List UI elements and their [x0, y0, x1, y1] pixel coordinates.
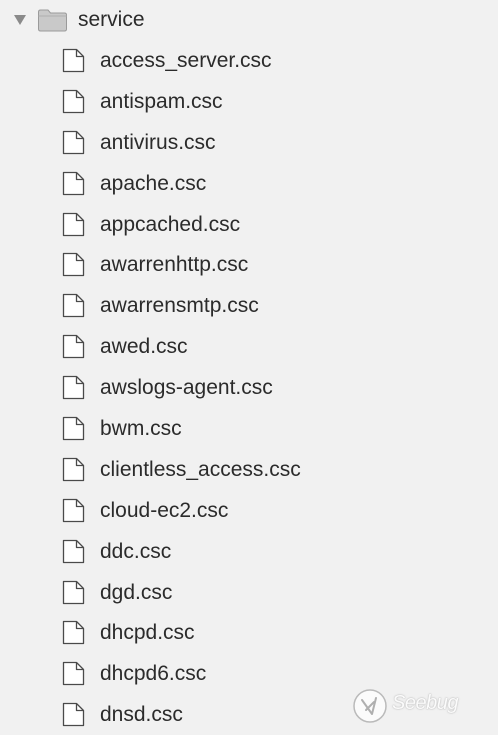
file-label: awslogs-agent.csc	[100, 376, 273, 400]
file-row-clientless-access-csc[interactable]: clientless_access.csc	[0, 449, 498, 490]
file-row-antivirus-csc[interactable]: antivirus.csc	[0, 122, 498, 163]
file-row-access-server-csc[interactable]: access_server.csc	[0, 40, 498, 81]
disclosure-triangle-icon[interactable]	[13, 14, 27, 26]
file-label: dgd.csc	[100, 580, 173, 604]
file-row-awslogs-agent-csc[interactable]: awslogs-agent.csc	[0, 367, 498, 408]
file-label: apache.csc	[100, 171, 207, 195]
file-label: antivirus.csc	[100, 130, 216, 154]
file-label: access_server.csc	[100, 49, 272, 72]
watermark: Seebug	[352, 686, 492, 726]
file-icon	[62, 48, 85, 73]
seebug-logo-icon	[353, 689, 387, 723]
file-label: ddc.csc	[100, 539, 172, 563]
file-icon	[62, 662, 85, 686]
file-label: dhcpd6.csc	[100, 662, 207, 686]
file-row-cloud-ec2-csc[interactable]: cloud-ec2.csc	[0, 490, 498, 531]
file-icon	[62, 539, 85, 563]
file-label: cloud-ec2.csc	[100, 498, 229, 522]
file-row-awed-csc[interactable]: awed.csc	[0, 326, 498, 367]
file-label: bwm.csc	[100, 417, 182, 441]
file-row-awarrenhttp-csc[interactable]: awarrenhttp.csc	[0, 244, 498, 285]
file-row-bwm-csc[interactable]: bwm.csc	[0, 408, 498, 449]
file-icon	[62, 171, 85, 195]
file-row-apache-csc[interactable]: apache.csc	[0, 163, 498, 204]
file-icon	[62, 457, 85, 482]
file-row-appcached-csc[interactable]: appcached.csc	[0, 204, 498, 245]
file-icon	[62, 703, 85, 727]
file-icon	[62, 621, 85, 645]
file-list: access_server.csc antispam.csc antivirus…	[0, 40, 498, 735]
file-icon	[62, 335, 85, 359]
file-label: appcached.csc	[100, 212, 241, 236]
file-label: dnsd.csc	[100, 703, 183, 727]
file-icon	[62, 375, 85, 400]
file-icon	[62, 130, 85, 154]
folder-icon	[38, 9, 67, 32]
file-row-dhcpd-csc[interactable]: dhcpd.csc	[0, 612, 498, 653]
file-icon	[62, 253, 85, 277]
file-label: awed.csc	[100, 335, 188, 359]
file-icon	[62, 416, 85, 441]
file-label: awarrensmtp.csc	[100, 294, 259, 318]
folder-row-service[interactable]: service	[0, 0, 498, 40]
file-tree: service access_server.csc antispam.csc a…	[0, 0, 498, 733]
file-label: clientless_access.csc	[100, 457, 301, 481]
file-label: awarrenhttp.csc	[100, 253, 249, 277]
file-icon	[62, 212, 85, 236]
file-label: dhcpd.csc	[100, 621, 195, 645]
file-icon	[62, 294, 85, 318]
file-row-ddc-csc[interactable]: ddc.csc	[0, 531, 498, 572]
file-icon	[62, 580, 85, 604]
file-icon	[62, 498, 85, 522]
file-icon	[62, 89, 85, 114]
folder-label: service	[78, 8, 145, 31]
watermark-text: Seebug	[392, 692, 458, 714]
file-row-dgd-csc[interactable]: dgd.csc	[0, 572, 498, 613]
file-row-antispam-csc[interactable]: antispam.csc	[0, 81, 498, 122]
file-label: antispam.csc	[100, 89, 223, 113]
file-row-awarrensmtp-csc[interactable]: awarrensmtp.csc	[0, 285, 498, 326]
